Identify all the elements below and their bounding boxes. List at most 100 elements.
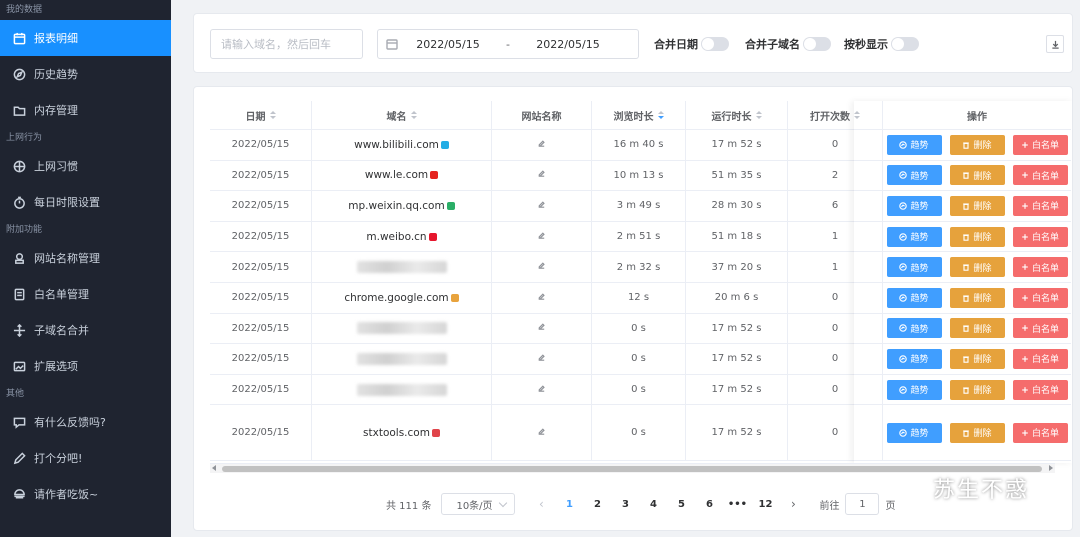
sidebar-item-label: 有什么反馈吗? [34, 416, 106, 429]
trend-button[interactable]: 趋势 [886, 348, 942, 369]
trend-button[interactable]: 趋势 [886, 226, 942, 247]
edit-icon[interactable] [537, 261, 546, 273]
delete-button[interactable]: 删除 [949, 195, 1005, 216]
page-button[interactable]: 6 [695, 499, 723, 510]
cell-run-time: 51 m 18 s [686, 221, 788, 252]
download-button[interactable] [1046, 35, 1064, 53]
page-button[interactable]: 1 [555, 499, 583, 510]
page-button[interactable]: 4 [639, 499, 667, 510]
date-start[interactable]: 2022/05/15 [406, 38, 490, 51]
whitelist-button[interactable]: 白名单 [1012, 226, 1068, 247]
whitelist-button[interactable]: 白名单 [1012, 379, 1068, 400]
sidebar-item-habits[interactable]: 上网习惯 [0, 148, 171, 184]
next-page-button[interactable]: › [779, 497, 807, 511]
edit-icon[interactable] [537, 292, 546, 304]
prev-page-button[interactable]: ‹ [527, 497, 555, 511]
scroll-left-icon [212, 465, 216, 471]
cell-date: 2022/05/15 [210, 160, 312, 191]
delete-button[interactable]: 删除 [949, 226, 1005, 247]
goto-page-input[interactable] [845, 493, 880, 515]
cell-run-time: 17 m 52 s [686, 130, 788, 160]
whitelist-button[interactable]: 白名单 [1012, 165, 1068, 186]
sidebar-item-report-detail[interactable]: 报表明细 [0, 20, 171, 56]
merge-date-switch[interactable] [701, 37, 729, 51]
sidebar-item-feedback[interactable]: 有什么反馈吗? [0, 404, 171, 440]
edit-icon[interactable] [537, 169, 546, 181]
page-size-select[interactable]: 10条/页 [441, 493, 516, 515]
whitelist-button[interactable]: 白名单 [1012, 257, 1068, 278]
edit-icon[interactable] [537, 139, 546, 151]
sidebar-item-memory[interactable]: 内存管理 [0, 92, 171, 128]
cell-run-time: 37 m 20 s [686, 252, 788, 282]
page-button[interactable]: 3 [611, 499, 639, 510]
sidebar-item-donate[interactable]: 请作者吃饭~ [0, 476, 171, 512]
delete-button[interactable]: 删除 [949, 134, 1005, 155]
whitelist-button[interactable]: 白名单 [1012, 195, 1068, 216]
whitelist-button[interactable]: 白名单 [1012, 134, 1068, 155]
trend-button[interactable]: 趋势 [886, 165, 942, 186]
whitelist-button[interactable]: 白名单 [1012, 287, 1068, 308]
merge-subdomain-label: 合并子域名 [745, 38, 800, 51]
page-button[interactable]: 2 [583, 499, 611, 510]
target-icon [12, 159, 26, 173]
blurred-domain [356, 383, 447, 396]
sidebar-item-rate[interactable]: 打个分吧! [0, 440, 171, 476]
whitelist-button[interactable]: 白名单 [1012, 318, 1068, 339]
delete-button[interactable]: 删除 [949, 318, 1005, 339]
sidebar-item-daily-limit[interactable]: 每日时限设置 [0, 184, 171, 220]
edit-icon[interactable] [537, 200, 546, 212]
header-run-time[interactable]: 运行时长 [686, 101, 788, 129]
date-range-picker[interactable]: 2022/05/15 - 2022/05/15 [377, 29, 639, 59]
delete-button[interactable]: 删除 [949, 379, 1005, 400]
edit-icon[interactable] [537, 427, 546, 439]
sidebar-item-history-trend[interactable]: 历史趋势 [0, 56, 171, 92]
table-row: 2022/05/15 chrome.google.com 12 s 20 m 6 s0… [210, 282, 1071, 314]
whitelist-button[interactable]: 白名单 [1012, 348, 1068, 369]
edit-icon[interactable] [537, 322, 546, 334]
blurred-domain [356, 352, 447, 365]
header-open-count[interactable]: 打开次数 [788, 101, 883, 129]
cell-site-name [492, 282, 592, 313]
trend-button[interactable]: 趋势 [886, 134, 942, 155]
trend-button[interactable]: 趋势 [886, 257, 942, 278]
table-row: 2022/05/15 www.bilibili.com 16 m 40 s 17 m … [210, 130, 1071, 161]
sidebar-item-site-names[interactable]: 网站名称管理 [0, 240, 171, 276]
sidebar-item-subdomain-merge[interactable]: 子域名合并 [0, 312, 171, 348]
trend-button[interactable]: 趋势 [886, 195, 942, 216]
sort-icon [657, 110, 664, 120]
cell-browse-time: 0 s [592, 344, 686, 374]
sidebar-item-whitelist[interactable]: 白名单管理 [0, 276, 171, 312]
edit-icon[interactable] [537, 353, 546, 365]
delete-button[interactable]: 删除 [949, 422, 1005, 443]
site-favicon-icon [430, 171, 439, 180]
merge-subdomain-toggle-group: 合并子域名 [745, 36, 831, 52]
page-button[interactable]: ••• [723, 499, 751, 510]
compass-icon [12, 67, 26, 81]
site-favicon-icon [428, 232, 437, 241]
header-domain[interactable]: 域名 [312, 101, 492, 129]
edit-icon[interactable] [537, 231, 546, 243]
edit-icon[interactable] [537, 384, 546, 396]
whitelist-button[interactable]: 白名单 [1012, 422, 1068, 443]
page-button[interactable]: 12 [751, 499, 779, 510]
trend-button[interactable]: 趋势 [886, 318, 942, 339]
cell-open-count: 1 [788, 221, 883, 252]
calendar-icon [12, 31, 26, 45]
merge-subdomain-switch[interactable] [803, 37, 831, 51]
delete-button[interactable]: 删除 [949, 257, 1005, 278]
chevron-down-icon [499, 498, 508, 507]
delete-button[interactable]: 删除 [949, 287, 1005, 308]
trend-button[interactable]: 趋势 [886, 287, 942, 308]
trend-button[interactable]: 趋势 [886, 422, 942, 443]
header-date[interactable]: 日期 [210, 101, 312, 129]
sidebar-item-extensions[interactable]: 扩展选项 [0, 348, 171, 384]
delete-button[interactable]: 删除 [949, 165, 1005, 186]
header-browse-time[interactable]: 浏览时长 [592, 101, 686, 129]
sidebar-item-label: 报表明细 [34, 32, 78, 45]
delete-button[interactable]: 删除 [949, 348, 1005, 369]
domain-search-input[interactable] [210, 29, 363, 59]
show-seconds-switch[interactable] [891, 37, 919, 51]
trend-button[interactable]: 趋势 [886, 379, 942, 400]
date-end[interactable]: 2022/05/15 [526, 38, 610, 51]
page-button[interactable]: 5 [667, 499, 695, 510]
